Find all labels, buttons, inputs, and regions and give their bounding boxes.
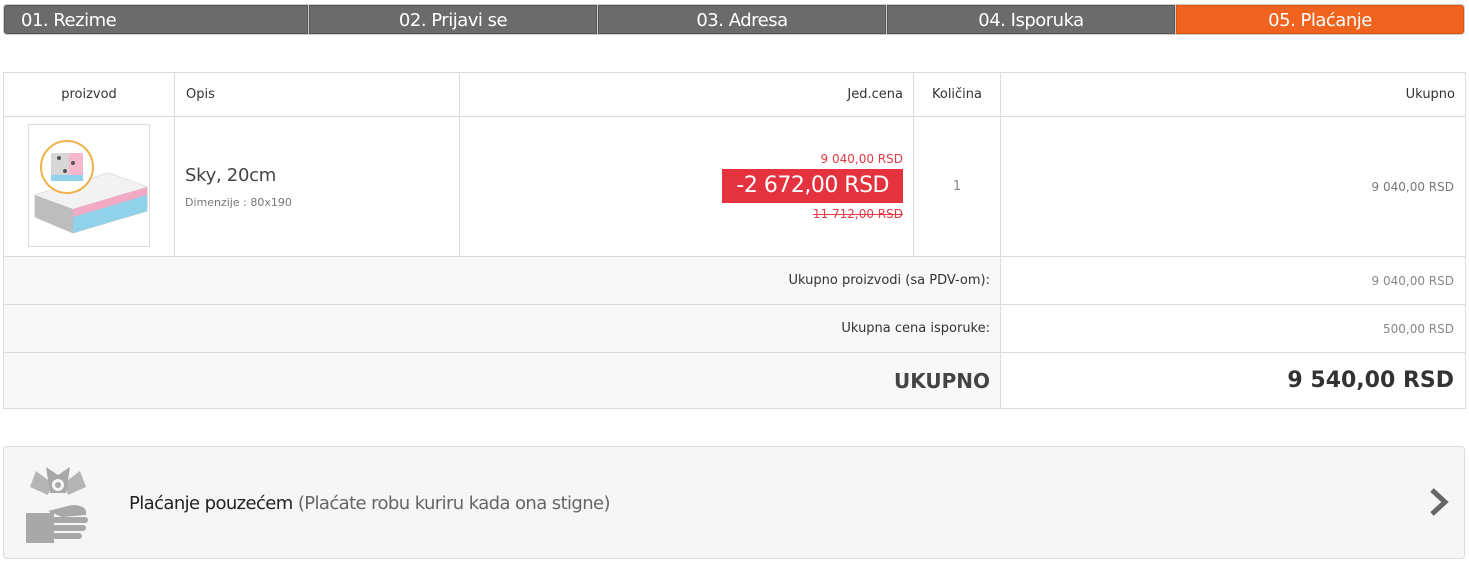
products-total-value: 9 040,00 RSD — [1000, 256, 1466, 305]
discount-badge: -2 672,00 RSD — [722, 169, 903, 203]
products-total-row: Ukupno proizvodi (sa PDV-om): 9 040,00 R… — [3, 256, 1466, 305]
header-total: Ukupno — [1000, 72, 1466, 117]
cart-item-row: Sky, 20cm Dimenzije : 80x190 9 040,00 RS… — [3, 116, 1466, 257]
step-summary[interactable]: 01. Rezime — [4, 5, 308, 34]
grand-total-value: 9 540,00 RSD — [1000, 352, 1466, 409]
header-description: Opis — [174, 72, 460, 117]
payment-option-cod[interactable]: Plaćanje pouzećem (Plaćate robu kuriru k… — [3, 446, 1465, 559]
payment-option-text: Plaćanje pouzećem (Plaćate robu kuriru k… — [129, 493, 611, 514]
cart-table: proizvod Opis Jed.cena Količina Ukupno S… — [3, 72, 1466, 409]
step-payment[interactable]: 05. Plaćanje — [1176, 5, 1464, 34]
shipping-total-row: Ukupna cena isporuke: 500,00 RSD — [3, 304, 1466, 353]
grand-total-label: UKUPNO — [3, 352, 1001, 409]
unit-price-cell: 9 040,00 RSD -2 672,00 RSD 11 712,00 RSD — [459, 116, 914, 257]
product-dimensions: Dimenzije : 80x190 — [185, 195, 292, 209]
header-quantity: Količina — [913, 72, 1001, 117]
product-name[interactable]: Sky, 20cm — [185, 165, 459, 186]
shipping-total-label: Ukupna cena isporuke: — [3, 304, 1001, 353]
products-total-label: Ukupno proizvodi (sa PDV-om): — [3, 256, 1001, 305]
step-address[interactable]: 03. Adresa — [598, 5, 886, 34]
checkout-steps: 01. Rezime 02. Prijavi se 03. Adresa 04.… — [3, 4, 1465, 35]
header-product: proizvod — [3, 72, 175, 117]
step-shipping[interactable]: 04. Isporuka — [887, 5, 1175, 34]
mattress-product-image[interactable] — [28, 123, 150, 247]
chevron-right-icon[interactable] — [1428, 487, 1450, 517]
quantity-value: 1 — [913, 116, 1001, 257]
payment-option-title: Plaćanje pouzećem — [129, 493, 293, 514]
original-price: 11 712,00 RSD — [812, 207, 903, 221]
cart-header-row: proizvod Opis Jed.cena Količina Ukupno — [3, 72, 1466, 117]
header-unit-price: Jed.cena — [459, 72, 914, 117]
payment-option-description: (Plaćate robu kuriru kada ona stigne) — [297, 493, 611, 514]
cash-in-hand-icon — [26, 467, 88, 543]
grand-total-row: UKUPNO 9 540,00 RSD — [3, 352, 1466, 409]
item-total: 9 040,00 RSD — [1000, 116, 1466, 257]
product-description-cell: Sky, 20cm Dimenzije : 80x190 — [174, 116, 460, 257]
product-image-cell — [3, 116, 175, 257]
shipping-total-value: 500,00 RSD — [1000, 304, 1466, 353]
current-price: 9 040,00 RSD — [820, 152, 903, 166]
step-login[interactable]: 02. Prijavi se — [309, 5, 597, 34]
